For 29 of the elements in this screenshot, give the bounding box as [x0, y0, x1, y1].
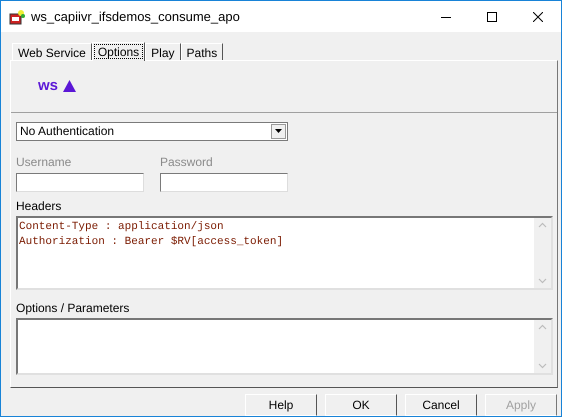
tab[interactable]: Play — [145, 42, 181, 60]
dialog-button[interactable]: Help — [245, 394, 317, 416]
scroll-down-icon[interactable] — [538, 278, 547, 284]
dropdown-arrow-icon — [275, 129, 282, 134]
window-title: ws_capiivr_ifsdemos_consume_apo — [31, 8, 240, 26]
field-label: Password — [160, 154, 214, 171]
scrollbar[interactable] — [534, 320, 551, 373]
headers-textarea[interactable]: Content-Type : application/json Authorization : Bearer $RV[access_token] — [16, 216, 553, 290]
app-icon — [9, 8, 25, 24]
dialog-button[interactable]: Cancel — [405, 394, 477, 416]
header-line: Authorization : Bearer $RV[access_token] — [19, 234, 284, 250]
triangle-icon — [63, 80, 76, 92]
field-label: Username — [16, 154, 72, 171]
header-line: Content-Type : application/json — [19, 220, 225, 235]
logo: ws — [38, 76, 58, 96]
dialog-button[interactable]: OK — [325, 394, 397, 416]
tab[interactable]: Options — [92, 42, 146, 61]
tab[interactable]: Web Service — [12, 42, 92, 60]
field-label: Headers — [16, 198, 62, 215]
scroll-down-icon[interactable] — [538, 362, 547, 369]
authentication-dropdown[interactable]: No Authentication — [16, 122, 288, 141]
tab[interactable]: Paths — [180, 42, 224, 60]
scroll-up-icon[interactable] — [538, 222, 547, 228]
close-icon — [533, 12, 543, 22]
options-textarea[interactable] — [16, 318, 553, 375]
scrollbar[interactable] — [534, 218, 551, 288]
field-label: Options / Parameters — [16, 300, 130, 317]
scroll-up-icon[interactable] — [538, 324, 547, 330]
maximize-icon — [487, 12, 497, 22]
